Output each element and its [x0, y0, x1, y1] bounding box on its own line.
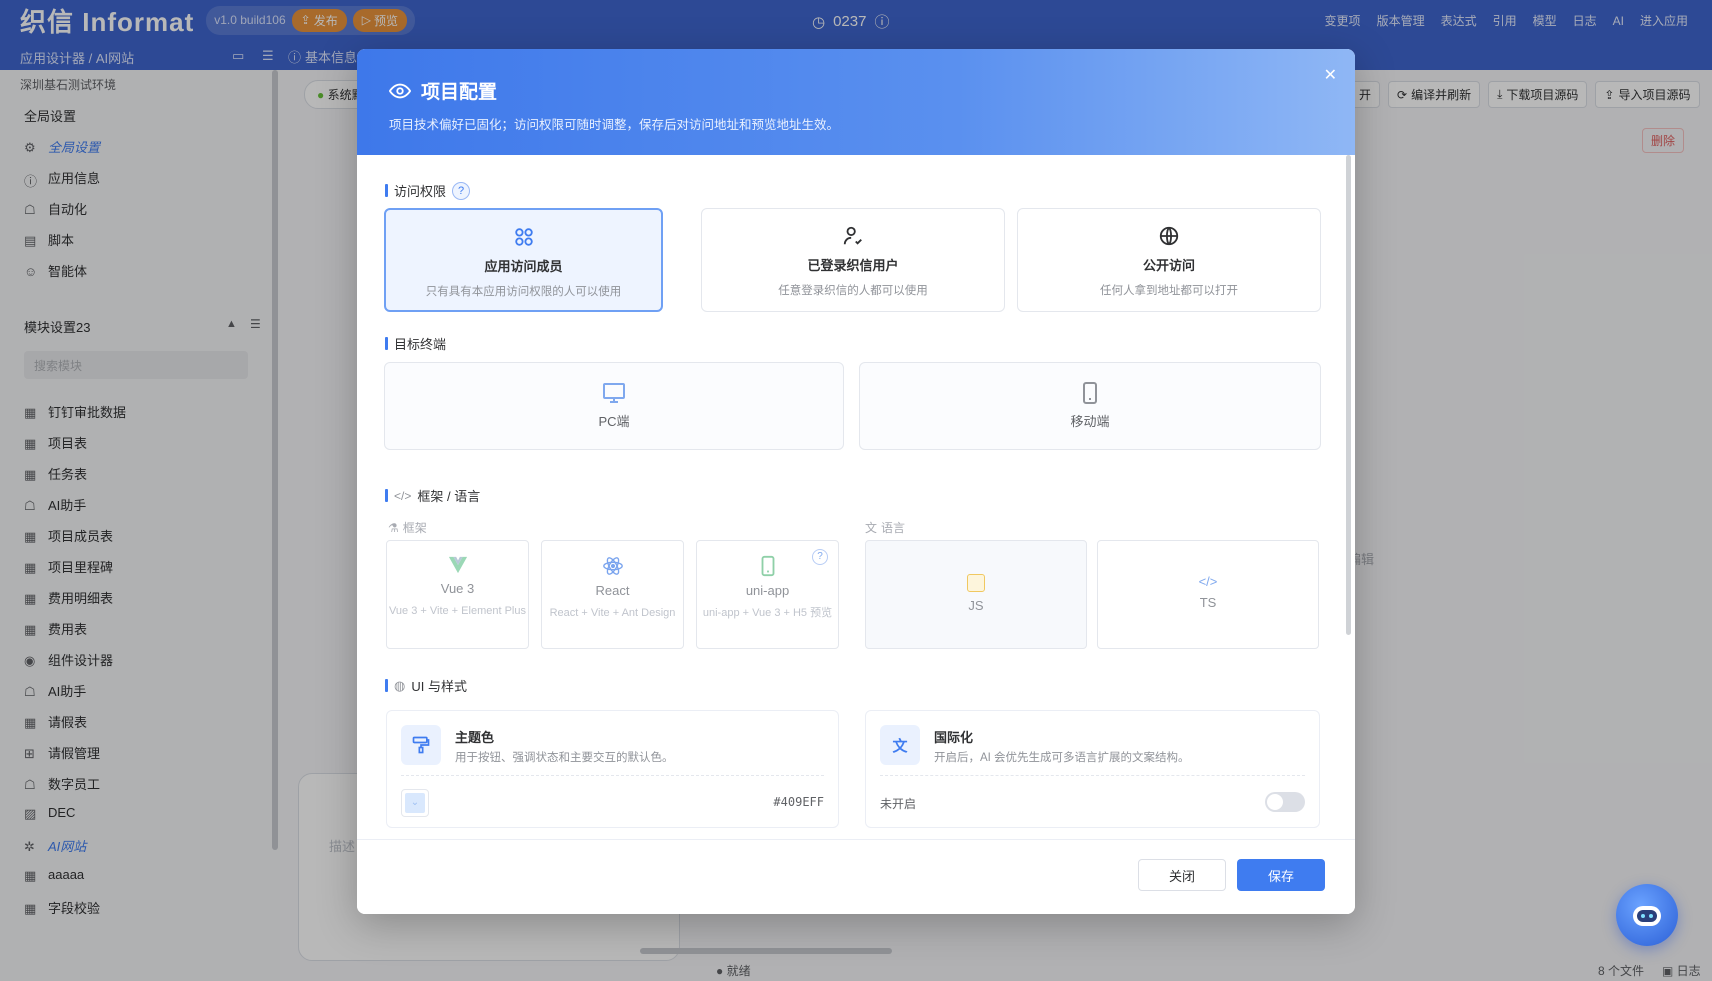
ai-assistant-robot-icon[interactable] — [1616, 884, 1678, 946]
framework-section-title: </> 框架 / 语言 — [385, 486, 480, 505]
mobile-icon — [757, 555, 779, 577]
framework-desc: React + Vite + Ant Design — [549, 607, 676, 619]
option-title: 已登录织信用户 — [807, 258, 899, 273]
access-option-logged-in[interactable]: 已登录织信用户 任意登录织信的人都可以使用 — [701, 208, 1005, 312]
i18n-title: 国际化 — [934, 730, 974, 745]
palette-icon: ◍ — [394, 677, 406, 693]
option-desc: 任何人拿到地址都可以打开 — [1100, 285, 1238, 297]
user-check-icon — [842, 225, 864, 247]
js-icon — [967, 574, 985, 592]
modal-header: 项目配置 项目技术偏好已固化；访问权限可随时调整，保存后对访问地址和预览地址生效… — [357, 49, 1355, 155]
framework-option-react[interactable]: React React + Vite + Ant Design — [541, 540, 684, 649]
flask-icon: ⚗ — [388, 520, 399, 535]
access-section-title: 访问权限? — [385, 181, 471, 200]
i18n-toggle[interactable] — [1265, 792, 1305, 812]
framework-label-text: 框架 — [402, 521, 427, 535]
members-icon — [513, 226, 535, 248]
theme-color-card: 主题色 用于按钮、强调状态和主要交互的默认色。 ⌄ #409EFF — [386, 710, 839, 828]
translate-icon: 文 — [880, 725, 920, 765]
language-title: JS — [968, 598, 984, 613]
access-title: 访问权限 — [394, 184, 447, 199]
close-button[interactable]: 关闭 — [1138, 859, 1226, 891]
framework-title: React — [595, 583, 630, 598]
terminal-title-mobile: 移动端 — [1070, 414, 1110, 429]
language-option-ts[interactable]: </> TS — [1097, 540, 1319, 649]
framework-title: 框架 / 语言 — [417, 489, 481, 504]
eye-icon — [389, 80, 411, 102]
framework-title: Vue 3 — [440, 581, 475, 596]
access-option-public[interactable]: 公开访问 任何人拿到地址都可以打开 — [1017, 208, 1321, 312]
help-icon[interactable]: ? — [452, 181, 471, 200]
terminal-option-mobile[interactable]: 移动端 — [859, 362, 1321, 450]
language-option-js[interactable]: JS — [865, 540, 1087, 649]
terminal-section-title: 目标终端 — [385, 334, 446, 353]
mobile-icon — [1078, 381, 1102, 405]
terminal-title-pc: PC端 — [598, 414, 630, 429]
theme-color-value: #409EFF — [773, 795, 824, 809]
theme-desc: 用于按钮、强调状态和主要交互的默认色。 — [455, 752, 674, 764]
language-title: TS — [1199, 595, 1217, 610]
framework-title: uni-app — [745, 583, 790, 598]
framework-desc: uni-app + Vue 3 + H5 预览 — [702, 607, 833, 619]
i18n-status: 未开启 — [880, 797, 917, 811]
paint-roller-icon — [401, 725, 441, 765]
code-icon: </> — [394, 488, 412, 503]
monitor-icon — [602, 381, 626, 405]
react-icon — [602, 555, 624, 577]
framework-desc: Vue 3 + Vite + Element Plus — [389, 605, 526, 617]
language-label: 文语言 — [865, 519, 905, 536]
framework-option-vue[interactable]: Vue 3 Vue 3 + Vite + Element Plus — [386, 540, 529, 649]
i18n-desc: 开启后，AI 会优先生成可多语言扩展的文案结构。 — [934, 752, 1190, 764]
framework-label: ⚗ 框架 — [388, 519, 427, 536]
i18n-card: 文 国际化 开启后，AI 会优先生成可多语言扩展的文案结构。 未开启 — [865, 710, 1320, 828]
modal-subtitle: 项目技术偏好已固化；访问权限可随时调整，保存后对访问地址和预览地址生效。 — [389, 118, 840, 132]
option-title: 应用访问成员 — [484, 259, 563, 274]
vue-icon — [447, 555, 469, 575]
terminal-title: 目标终端 — [394, 337, 447, 352]
access-option-members[interactable]: 应用访问成员 只有具有本应用访问权限的人可以使用 — [384, 208, 663, 312]
option-desc: 只有具有本应用访问权限的人可以使用 — [425, 286, 622, 298]
framework-option-uniapp[interactable]: ? uni-app uni-app + Vue 3 + H5 预览 — [696, 540, 839, 649]
ui-section-title: ◍ UI 与样式 — [385, 676, 467, 695]
help-icon[interactable]: ? — [812, 549, 828, 565]
project-config-modal: 项目配置 项目技术偏好已固化；访问权限可随时调整，保存后对访问地址和预览地址生效… — [357, 49, 1355, 914]
translate-icon: 文 — [865, 521, 878, 535]
language-label-text: 语言 — [881, 521, 906, 535]
code-icon: </> — [1198, 574, 1218, 589]
globe-icon — [1158, 225, 1180, 247]
save-button[interactable]: 保存 — [1237, 859, 1325, 891]
color-picker[interactable]: ⌄ — [401, 789, 429, 817]
terminal-option-pc[interactable]: PC端 — [384, 362, 844, 450]
close-icon[interactable]: ✕ — [1324, 65, 1337, 85]
modal-scrollbar[interactable] — [1346, 155, 1351, 635]
modal-title: 项目配置 — [421, 82, 498, 103]
ui-title: UI 与样式 — [411, 679, 467, 694]
option-title: 公开访问 — [1142, 258, 1195, 273]
modal-footer: 关闭 保存 — [357, 839, 1355, 914]
theme-title: 主题色 — [455, 730, 495, 745]
option-desc: 任意登录织信的人都可以使用 — [778, 285, 928, 297]
